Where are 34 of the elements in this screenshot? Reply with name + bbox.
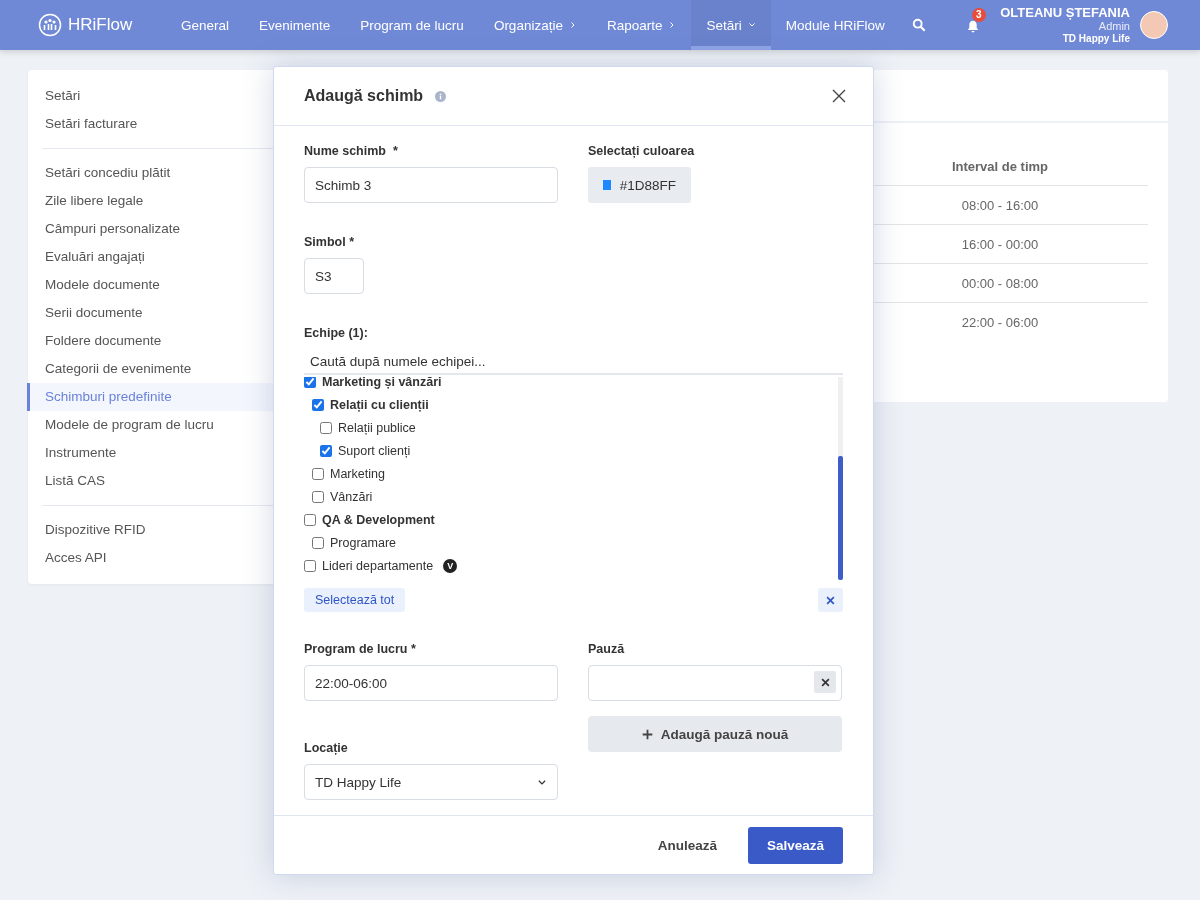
cancel-button[interactable]: Anulează (651, 836, 723, 854)
team-label: QA & Development (322, 512, 435, 527)
field-label: Pauză (588, 642, 626, 658)
dialog-title: Adaugă schimb (304, 87, 424, 105)
field-label: Simbol * (304, 235, 355, 251)
symbol-field[interactable]: S3 (304, 258, 364, 294)
team-label: Suport clienți (338, 443, 411, 458)
select-all-button[interactable]: Selectează tot (304, 588, 406, 612)
field-label: Program de lucru * (304, 642, 417, 658)
team-label: Vânzări (330, 489, 373, 504)
team-badge: V (443, 558, 458, 573)
logo-text: HRiFlow (68, 15, 133, 35)
color-picker[interactable]: #1D88FF (588, 167, 691, 203)
field-label: Nume schimb * (304, 144, 399, 160)
user-name: OLTEANU ȘTEFANIA (1000, 4, 1130, 21)
save-button[interactable]: Salvează (748, 826, 843, 864)
field-label: Echipe (1): (304, 326, 369, 342)
user-role: Admin (1098, 20, 1130, 34)
nav-link[interactable]: Setări (691, 0, 771, 50)
team-label: Programare (330, 535, 396, 550)
company-name: TD Happy Life (1062, 33, 1130, 46)
team-label: Marketing (330, 466, 385, 481)
field-label: Locație (304, 741, 349, 757)
table-cell: 22:00 - 06:00 (852, 302, 1148, 341)
add-pause-button[interactable]: Adaugă pauză nouă (588, 716, 842, 752)
team-label: Relații cu clienții (330, 397, 429, 412)
name-field[interactable]: Schimb 3 (304, 167, 558, 203)
notification-badge: 3 (971, 8, 986, 22)
team-label: Lideri departamente (322, 558, 434, 573)
team-label: Relații publice (338, 420, 416, 435)
location-select[interactable]: TD Happy Life (304, 764, 558, 800)
schedule-field[interactable]: 22:00-06:00 (304, 665, 558, 701)
team-label: Marketing și vânzări (322, 377, 442, 389)
field-label: Selectați culoarea (588, 144, 696, 160)
